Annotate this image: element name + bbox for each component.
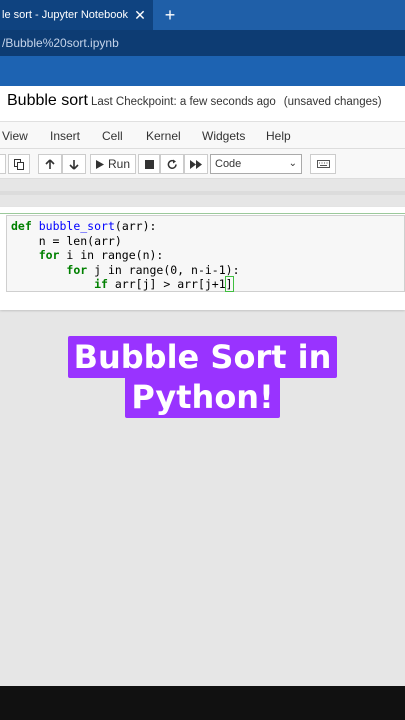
notebook-page: def bubble_sort(arr): n = len(arr) for i… bbox=[0, 207, 405, 310]
menu-cell[interactable]: Cell bbox=[102, 129, 123, 143]
code-keyword: for bbox=[38, 248, 60, 262]
restart-icon bbox=[167, 159, 177, 169]
move-up-button[interactable] bbox=[38, 154, 62, 174]
caption-line-1: Bubble Sort in bbox=[0, 336, 405, 378]
address-text: /Bubble%20sort.ipynb bbox=[2, 36, 119, 50]
checkpoint-info: Last Checkpoint: a few seconds ago (unsav… bbox=[91, 96, 390, 108]
arrow-down-icon bbox=[69, 159, 79, 170]
code-cell-input[interactable]: def bubble_sort(arr): n = len(arr) for i… bbox=[6, 215, 405, 292]
fast-forward-icon bbox=[190, 159, 202, 169]
play-icon bbox=[95, 159, 104, 169]
move-down-button[interactable] bbox=[62, 154, 86, 174]
notebook-area: def bubble_sort(arr): n = len(arr) for i… bbox=[0, 179, 405, 686]
stop-icon bbox=[144, 159, 154, 169]
divider bbox=[0, 191, 405, 195]
code-text: j in range(0, n-i-1): bbox=[87, 262, 240, 277]
address-bar[interactable]: /Bubble%20sort.ipynb bbox=[0, 30, 405, 56]
run-label: Run bbox=[107, 157, 130, 171]
cut-button[interactable] bbox=[0, 154, 6, 174]
code-text: (arr): bbox=[114, 219, 157, 233]
toolbar: Run Code ⌄ bbox=[0, 149, 405, 179]
menu-help[interactable]: Help bbox=[266, 129, 291, 143]
menu-widgets[interactable]: Widgets bbox=[202, 129, 245, 143]
code-keyword: def bbox=[11, 219, 32, 233]
menubar: View Insert Cell Kernel Widgets Help bbox=[0, 121, 405, 149]
code-function-name: bubble_sort bbox=[38, 219, 115, 233]
code-keyword: if bbox=[94, 277, 108, 291]
notebook-title[interactable]: Bubble sort bbox=[7, 92, 88, 110]
tab-title: le sort - Jupyter Notebook bbox=[2, 9, 128, 21]
run-button[interactable]: Run bbox=[90, 154, 136, 174]
autosave-status: (unsaved changes) bbox=[283, 96, 382, 108]
code-keyword: for bbox=[66, 262, 88, 277]
new-tab-button[interactable]: + bbox=[160, 3, 180, 27]
cell-type-select[interactable]: Code ⌄ bbox=[210, 154, 302, 174]
notebook-header: Bubble sort Last Checkpoint: a few secon… bbox=[0, 86, 405, 121]
arrow-up-icon bbox=[45, 158, 55, 169]
bottom-bar bbox=[0, 686, 405, 720]
copy-button[interactable] bbox=[8, 154, 30, 174]
menu-view[interactable]: View bbox=[2, 129, 28, 143]
restart-run-all-button[interactable] bbox=[184, 154, 208, 174]
menu-insert[interactable]: Insert bbox=[50, 129, 80, 143]
cell-edit-border bbox=[0, 213, 405, 214]
close-icon[interactable]: ✕ bbox=[131, 7, 149, 24]
copy-icon bbox=[14, 158, 24, 170]
caption-line-2: Python! bbox=[0, 376, 405, 418]
browser-tab[interactable]: le sort - Jupyter Notebook ✕ bbox=[0, 0, 153, 30]
code-line: n = len(arr) bbox=[11, 233, 122, 248]
interrupt-button[interactable] bbox=[138, 154, 160, 174]
caption-text-2: Python! bbox=[125, 376, 280, 418]
restart-button[interactable] bbox=[160, 154, 184, 174]
caption-text-1: Bubble Sort in bbox=[67, 336, 338, 378]
chevron-down-icon: ⌄ bbox=[288, 158, 297, 169]
cell-type-value: Code bbox=[215, 158, 242, 170]
jupyter-header-strip bbox=[0, 56, 405, 86]
menu-kernel[interactable]: Kernel bbox=[146, 129, 181, 143]
keyboard-icon bbox=[316, 160, 330, 168]
command-palette-button[interactable] bbox=[310, 154, 336, 174]
code-text: i in range(n): bbox=[59, 248, 164, 262]
browser-tabbar: le sort - Jupyter Notebook ✕ + bbox=[0, 0, 405, 30]
code-text: arr[j] > arr[j+1 bbox=[107, 277, 226, 291]
checkpoint-text: Last Checkpoint: a few seconds ago bbox=[91, 96, 276, 108]
text-cursor-bracket: ] bbox=[224, 276, 234, 292]
